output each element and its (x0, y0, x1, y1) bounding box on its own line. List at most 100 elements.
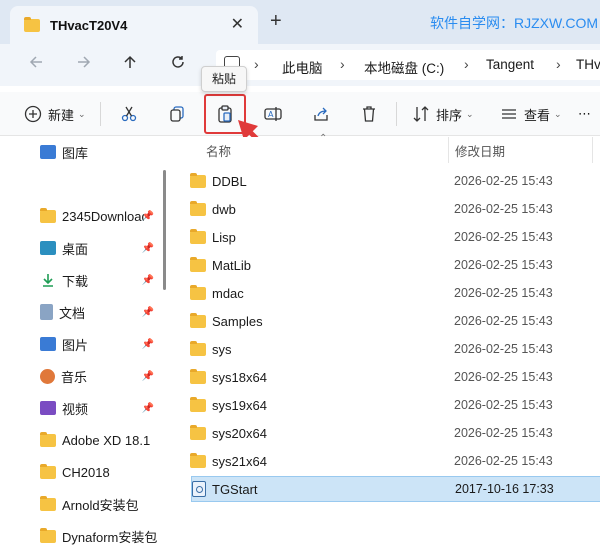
table-row[interactable]: sys21x64 2026-02-25 15:43 (190, 448, 600, 474)
up-button[interactable] (122, 54, 138, 70)
nav-item-music[interactable]: 音乐 📌 (40, 364, 162, 388)
sort-icon (413, 106, 429, 122)
forward-button[interactable] (76, 54, 92, 70)
breadcrumb-this-pc[interactable]: 此电脑 (282, 57, 323, 77)
folder-icon (190, 452, 206, 468)
file-name: sys19x64 (212, 397, 267, 413)
file-modified: 2026-02-25 15:43 (454, 454, 553, 468)
cut-button[interactable] (120, 92, 138, 136)
table-row[interactable]: dwb 2026-02-25 15:43 (190, 196, 600, 222)
folder-icon (40, 527, 56, 543)
column-header-name[interactable]: 名称 (206, 137, 231, 163)
copy-icon (170, 106, 184, 122)
pin-icon: 📌 (141, 402, 154, 414)
gallery-icon (40, 145, 56, 159)
file-modified: 2026-02-25 15:43 (454, 202, 553, 216)
column-divider[interactable] (592, 137, 593, 163)
nav-item-dynaform[interactable]: Dynaform安装包 (40, 524, 162, 548)
video-icon (40, 401, 56, 415)
nav-item-label: CH2018 (62, 464, 110, 480)
nav-item-downloads[interactable]: 下载 📌 (40, 268, 162, 292)
nav-item-label: 下载 (62, 273, 89, 289)
table-row[interactable]: Samples 2026-02-25 15:43 (190, 308, 600, 334)
new-tab-button[interactable]: + (270, 10, 282, 33)
navigation-pane: 图库 2345Downloads 📌 桌面 📌 下载 📌 文档 📌 图片 📌 音… (0, 137, 170, 555)
column-divider[interactable] (448, 137, 449, 163)
chevron-down-icon: ⌄ (466, 108, 474, 119)
file-name: MatLib (212, 257, 252, 273)
delete-button[interactable] (360, 92, 378, 136)
table-row[interactable]: sys20x64 2026-02-25 15:43 (190, 420, 600, 446)
breadcrumb-thvac[interactable]: THv (576, 57, 600, 72)
folder-icon (190, 368, 206, 384)
chevron-right-icon: › (340, 56, 345, 72)
table-row[interactable]: sys19x64 2026-02-25 15:43 (190, 392, 600, 418)
more-icon: ⋯ (578, 106, 591, 121)
paste-tooltip: 粘贴 (201, 66, 248, 92)
tab-active[interactable]: THvacT20V4 ✕ (10, 6, 258, 44)
back-arrow-icon (29, 56, 42, 68)
sort-button[interactable]: 排序 ⌄ (412, 92, 474, 136)
table-row[interactable]: sys18x64 2026-02-25 15:43 (190, 364, 600, 390)
folder-icon (190, 340, 206, 356)
table-row[interactable]: mdac 2026-02-25 15:43 (190, 280, 600, 306)
pin-icon: 📌 (141, 370, 154, 382)
table-row[interactable]: sys 2026-02-25 15:43 (190, 336, 600, 362)
folder-icon (190, 228, 206, 244)
nav-scrollbar[interactable] (163, 170, 166, 290)
close-tab-icon[interactable]: ✕ (231, 14, 244, 34)
file-name: Lisp (212, 229, 236, 245)
nav-item-pictures[interactable]: 图片 📌 (40, 332, 162, 356)
music-icon (40, 368, 55, 384)
file-modified: 2026-02-25 15:43 (454, 286, 553, 300)
nav-item-documents[interactable]: 文档 📌 (40, 300, 162, 324)
back-button[interactable] (28, 54, 44, 70)
file-name: DDBL (212, 173, 247, 189)
folder-icon (190, 172, 206, 188)
chevron-right-icon: › (464, 56, 469, 72)
copy-button[interactable] (168, 92, 186, 136)
nav-item-desktop[interactable]: 桌面 📌 (40, 236, 162, 260)
pin-icon: 📌 (141, 274, 154, 286)
nav-item-label: 图片 (62, 337, 89, 353)
refresh-icon (172, 56, 184, 68)
file-name: mdac (212, 285, 244, 301)
file-modified: 2026-02-25 15:43 (454, 370, 553, 384)
folder-icon (40, 463, 56, 479)
share-button[interactable] (312, 92, 330, 136)
column-header-modified[interactable]: 修改日期 (455, 137, 505, 163)
nav-item-gallery[interactable]: 图库 (40, 140, 162, 164)
view-button[interactable]: 查看 ⌄ (500, 92, 562, 136)
folder-icon (190, 424, 206, 440)
table-row[interactable]: DDBL 2026-02-25 15:43 (190, 168, 600, 194)
table-row[interactable]: MatLib 2026-02-25 15:43 (190, 252, 600, 278)
breadcrumb-tangent[interactable]: Tangent (486, 57, 534, 72)
folder-icon (190, 284, 206, 300)
table-row[interactable]: Lisp 2026-02-25 15:43 (190, 224, 600, 250)
sort-ascending-icon: ⌃ (319, 133, 328, 144)
share-icon (314, 107, 328, 121)
column-name-label: 名称 (206, 144, 232, 159)
nav-item-label: 视频 (62, 401, 89, 417)
file-modified: 2026-02-25 15:43 (454, 314, 553, 328)
nav-item-ch2018[interactable]: CH2018 (40, 460, 162, 484)
nav-item-label: Adobe XD 18.1 (62, 432, 151, 448)
table-row-selected[interactable]: TGStart 2017-10-16 17:33 (191, 476, 600, 502)
nav-item-label: 音乐 (61, 369, 88, 385)
breadcrumb-local-disk[interactable]: 本地磁盘 (C:) (364, 57, 444, 77)
new-button[interactable]: 新建 ⌄ (24, 92, 86, 136)
refresh-button[interactable] (170, 54, 186, 70)
nav-item-label: 图库 (62, 145, 89, 161)
up-arrow-icon (124, 55, 136, 68)
address-bar[interactable]: › 此电脑 › 本地磁盘 (C:) › Tangent › THv (216, 50, 600, 80)
document-icon (40, 304, 53, 320)
more-options-button[interactable]: ⋯ (578, 92, 591, 136)
nav-item-arnold[interactable]: Arnold安装包 (40, 492, 162, 516)
nav-item-2345downloads[interactable]: 2345Downloads 📌 (40, 204, 162, 228)
pin-icon: 📌 (141, 306, 154, 318)
plus-circle-icon (24, 105, 42, 123)
nav-item-adobe-xd[interactable]: Adobe XD 18.1 (40, 428, 162, 452)
folder-icon (40, 207, 56, 223)
file-modified: 2026-02-25 15:43 (454, 174, 553, 188)
nav-item-videos[interactable]: 视频 📌 (40, 396, 162, 420)
